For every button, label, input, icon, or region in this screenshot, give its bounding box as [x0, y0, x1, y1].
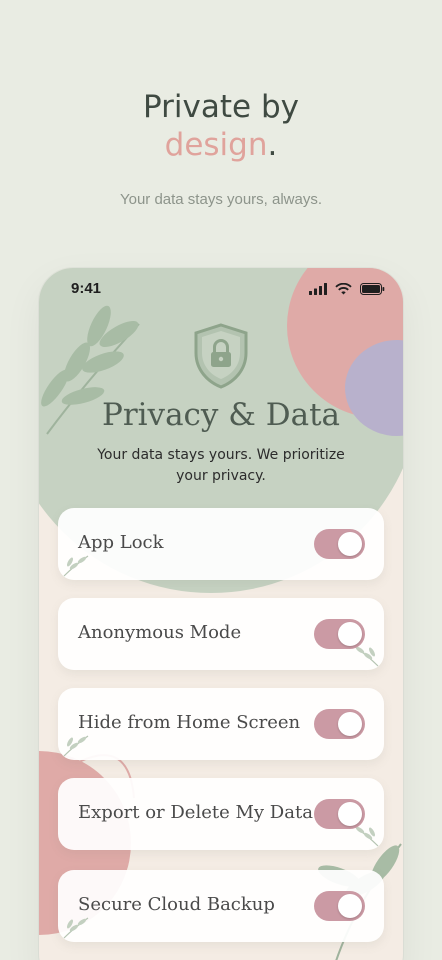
cellular-signal-icon — [308, 283, 327, 295]
hero-title-period: . — [267, 127, 278, 163]
battery-icon — [360, 283, 385, 295]
leaf-sprig-decoration — [63, 917, 89, 939]
status-bar: 9:41 — [39, 278, 403, 302]
setting-hide-from-home-screen[interactable]: Hide from Home Screen — [58, 688, 384, 760]
setting-label: Anonymous Mode — [78, 622, 242, 643]
anonymous-mode-toggle[interactable] — [314, 619, 365, 649]
app-lock-toggle[interactable] — [314, 529, 365, 559]
toggle-knob — [338, 802, 362, 826]
shield-lock-icon — [194, 323, 248, 389]
setting-secure-cloud-backup[interactable]: Secure Cloud Backup — [58, 870, 384, 942]
page-description: Your data stays yours. We prioritize you… — [97, 447, 345, 484]
setting-label: Hide from Home Screen — [78, 712, 301, 733]
phone-screen: 9:41 Privacy & Data Your data stays your… — [39, 268, 403, 960]
setting-app-lock[interactable]: App Lock — [58, 508, 384, 580]
export-delete-data-toggle[interactable] — [314, 799, 365, 829]
secure-cloud-backup-toggle[interactable] — [314, 891, 365, 921]
setting-label: Secure Cloud Backup — [78, 894, 275, 915]
hide-from-home-screen-toggle[interactable] — [314, 709, 365, 739]
wifi-icon — [335, 282, 352, 295]
leaf-sprig-decoration — [63, 555, 89, 577]
status-time: 9:41 — [71, 280, 102, 297]
page-title: Privacy & Data — [101, 397, 341, 433]
toggle-knob — [338, 622, 362, 646]
hero-title-accent: design — [164, 127, 268, 163]
leaf-sprig-decoration — [63, 735, 89, 757]
setting-anonymous-mode[interactable]: Anonymous Mode — [58, 598, 384, 670]
toggle-knob — [338, 532, 362, 556]
setting-label: Export or Delete My Data — [78, 802, 313, 823]
hero-title-line1: Private by — [143, 89, 299, 125]
hero-title: Private by design. — [0, 88, 442, 164]
toggle-knob — [338, 894, 362, 918]
toggle-knob — [338, 712, 362, 736]
setting-label: App Lock — [78, 532, 164, 553]
hero-subtitle: Your data stays yours, always. — [119, 191, 323, 208]
setting-export-delete-data[interactable]: Export or Delete My Data — [58, 778, 384, 850]
